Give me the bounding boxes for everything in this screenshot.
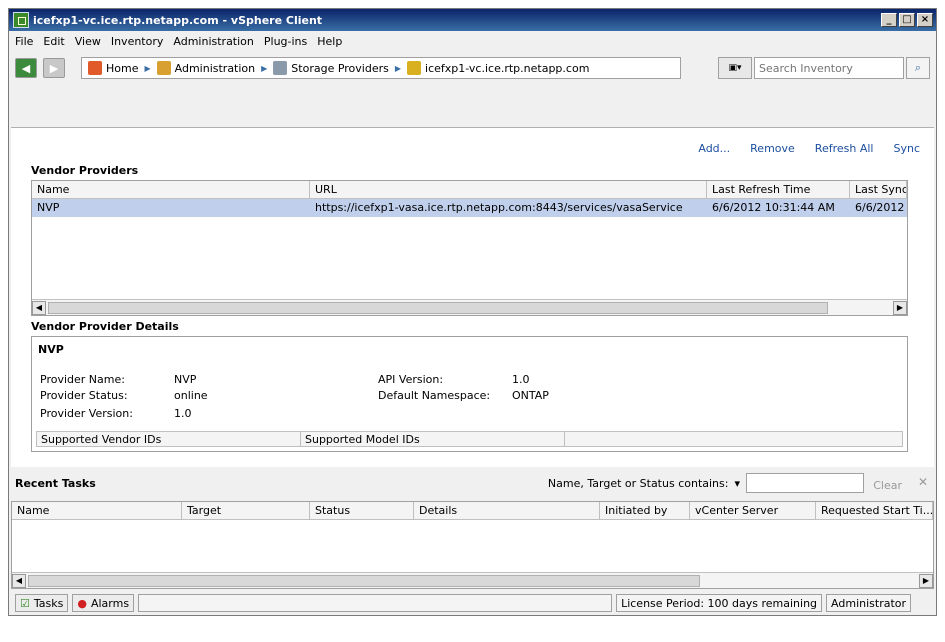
vsphere-app-icon [13, 12, 29, 28]
forward-arrow-icon: ▶ [49, 61, 59, 75]
filter-dropdown-icon[interactable]: ▾ [734, 477, 740, 490]
add-link[interactable]: Add... [698, 142, 730, 155]
menu-inventory[interactable]: Inventory [111, 35, 164, 48]
menu-edit[interactable]: Edit [43, 35, 64, 48]
scroll-right-icon[interactable]: ▶ [919, 573, 933, 588]
col-supported-vendor-ids[interactable]: Supported Vendor IDs [37, 432, 301, 446]
col-supported-model-ids[interactable]: Supported Model IDs [301, 432, 565, 446]
vendor-providers-grid: Name URL Last Refresh Time Last Sync T N… [31, 180, 908, 316]
default-namespace-value: ONTAP [512, 389, 549, 402]
col-task-initiated-by[interactable]: Initiated by [600, 502, 690, 519]
col-task-name[interactable]: Name [12, 502, 182, 519]
administration-icon [156, 61, 171, 75]
default-namespace-label: Default Namespace: [378, 389, 491, 402]
main-window: icefxp1-vc.ice.rtp.netapp.com - vSphere … [8, 8, 937, 616]
horizontal-scrollbar[interactable]: ◀ ▶ [32, 299, 907, 315]
alarms-tab[interactable]: ● Alarms [72, 594, 135, 612]
close-icon[interactable]: ✕ [918, 475, 928, 489]
vendor-provider-details: NVP Provider Name: NVP Provider Status: … [31, 336, 908, 452]
cell-last-refresh: 6/6/2012 10:31:44 AM [712, 201, 835, 214]
search-icon: ⌕ [914, 61, 922, 74]
provider-version-label: Provider Version: [40, 407, 133, 420]
storage-providers-icon [273, 61, 288, 75]
vendor-providers-title: Vendor Providers [31, 164, 139, 177]
crumb-vcenter[interactable]: icefxp1-vc.ice.rtp.netapp.com [407, 61, 589, 75]
col-task-target[interactable]: Target [182, 502, 310, 519]
col-task-start-time[interactable]: Requested Start Ti... [816, 502, 933, 519]
maximize-button[interactable]: □ [899, 13, 915, 27]
remove-link[interactable]: Remove [750, 142, 795, 155]
breadcrumb: Home ▶ Administration ▶ Storage Provider… [81, 57, 681, 79]
col-last-sync[interactable]: Last Sync T [850, 181, 907, 198]
scroll-thumb[interactable] [28, 574, 700, 587]
api-version-value: 1.0 [512, 373, 530, 386]
menu-view[interactable]: View [75, 35, 101, 48]
clear-button[interactable]: Clear [873, 479, 902, 492]
forward-button[interactable]: ▶ [43, 58, 65, 78]
cell-last-sync: 6/6/2012 1 [855, 201, 907, 214]
menu-file[interactable]: File [15, 35, 33, 48]
crumb-separator-icon: ▶ [144, 63, 151, 73]
table-row[interactable]: NVP https://icefxp1-vasa.ice.rtp.netapp.… [32, 199, 907, 217]
scroll-left-icon[interactable]: ◀ [12, 573, 26, 588]
col-name[interactable]: Name [32, 181, 310, 198]
scroll-right-icon[interactable]: ▶ [893, 300, 907, 315]
tasks-horizontal-scrollbar[interactable]: ◀ ▶ [12, 572, 933, 588]
search-scope-dropdown[interactable]: ▣▾ [718, 57, 752, 79]
recent-tasks-grid: Name Target Status Details Initiated by … [11, 501, 934, 589]
crumb-storage-providers[interactable]: Storage Providers [273, 61, 389, 75]
search-input[interactable] [754, 57, 904, 79]
menu-bar: File Edit View Inventory Administration … [9, 31, 936, 51]
scroll-thumb[interactable] [48, 301, 828, 314]
tasks-tab[interactable]: ☑ Tasks [15, 594, 69, 612]
minimize-button[interactable]: _ [881, 13, 897, 27]
home-icon [88, 61, 102, 75]
provider-name-value: NVP [174, 373, 197, 386]
title-bar: icefxp1-vc.ice.rtp.netapp.com - vSphere … [9, 9, 936, 31]
provider-status-label: Provider Status: [40, 389, 128, 402]
tasks-icon: ☑ [20, 596, 30, 610]
vcenter-icon [407, 61, 422, 75]
vendor-provider-details-title: Vendor Provider Details [31, 320, 179, 333]
crumb-separator-icon: ▶ [394, 63, 402, 73]
crumb-home[interactable]: Home [88, 61, 138, 75]
filter-label[interactable]: Name, Target or Status contains: [548, 477, 729, 490]
recent-tasks-panel: Recent Tasks Name, Target or Status cont… [11, 469, 934, 595]
col-task-status[interactable]: Status [310, 502, 414, 519]
close-button[interactable]: × [917, 13, 933, 27]
crumb-separator-icon: ▶ [261, 63, 268, 73]
filter-input[interactable] [746, 473, 864, 493]
status-bar: ☑ Tasks ● Alarms License Period: 100 day… [11, 593, 934, 613]
col-task-vcenter[interactable]: vCenter Server [690, 502, 816, 519]
provider-name-label: Provider Name: [40, 373, 125, 386]
details-provider-name: NVP [38, 343, 64, 356]
refresh-all-link[interactable]: Refresh All [815, 142, 874, 155]
sync-link[interactable]: Sync [893, 142, 920, 155]
search-button[interactable]: ⌕ [906, 57, 930, 79]
cell-name: NVP [37, 201, 60, 214]
menu-help[interactable]: Help [317, 35, 342, 48]
provider-status-value: online [174, 389, 208, 402]
scroll-left-icon[interactable]: ◀ [32, 300, 46, 315]
user-status: Administrator [826, 594, 912, 612]
back-button[interactable]: ◀ [15, 58, 37, 78]
license-status: License Period: 100 days remaining [616, 594, 823, 612]
back-arrow-icon: ◀ [21, 61, 31, 75]
crumb-administration[interactable]: Administration [156, 61, 255, 75]
navigation-bar: ◀ ▶ Home ▶ Administration ▶ Storage Prov… [9, 51, 936, 85]
col-task-details[interactable]: Details [414, 502, 600, 519]
supported-ids-header: Supported Vendor IDs Supported Model IDs [36, 431, 903, 447]
col-last-refresh[interactable]: Last Refresh Time [707, 181, 850, 198]
col-url[interactable]: URL [310, 181, 707, 198]
cell-url: https://icefxp1-vasa.ice.rtp.netapp.com:… [315, 201, 683, 214]
recent-tasks-title: Recent Tasks [15, 477, 96, 490]
menu-plugins[interactable]: Plug-ins [264, 35, 307, 48]
menu-administration[interactable]: Administration [173, 35, 254, 48]
api-version-label: API Version: [378, 373, 444, 386]
window-title: icefxp1-vc.ice.rtp.netapp.com - vSphere … [33, 13, 323, 27]
alarms-icon: ● [77, 596, 87, 610]
provider-version-value: 1.0 [174, 407, 192, 420]
status-spacer [138, 594, 613, 612]
storage-providers-panel: Add... Remove Refresh All Sync Vendor Pr… [11, 127, 934, 467]
